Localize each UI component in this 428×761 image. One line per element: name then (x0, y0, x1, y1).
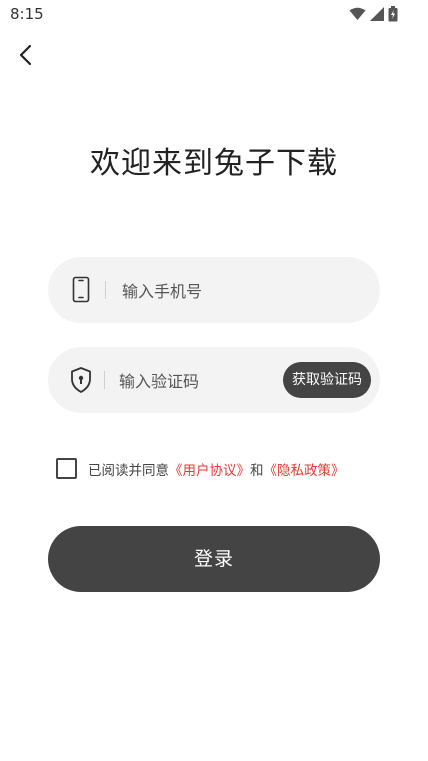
chevron-left-icon (19, 44, 32, 66)
login-button[interactable]: 登录 (48, 526, 380, 592)
phone-field (48, 257, 380, 323)
phone-input[interactable] (120, 275, 284, 307)
agreement-conjunction: 和 (250, 462, 264, 479)
phone-icon (72, 276, 90, 303)
agreement-row: 已阅读并同意《用户协议》和《隐私政策》 (56, 458, 345, 479)
code-input[interactable] (117, 365, 281, 397)
signal-icon (370, 7, 384, 21)
page-title: 欢迎来到兔子下载 (90, 146, 338, 181)
status-time: 8:15 (10, 5, 44, 23)
status-bar: 8:15 (0, 0, 428, 30)
field-divider (105, 281, 106, 299)
privacy-policy-link[interactable]: 《隐私政策》 (264, 463, 345, 479)
status-icons (349, 6, 398, 22)
user-agreement-link[interactable]: 《用户协议》 (169, 463, 250, 479)
agreement-checkbox[interactable] (56, 458, 77, 479)
get-code-button[interactable]: 获取验证码 (283, 362, 371, 398)
code-field: 获取验证码 (48, 347, 380, 413)
agreement-text: 已阅读并同意《用户协议》和《隐私政策》 (88, 459, 345, 479)
field-divider (104, 371, 105, 389)
shield-lock-icon (71, 367, 91, 393)
back-button[interactable] (12, 40, 42, 70)
battery-icon (388, 6, 398, 22)
agreement-prefix: 已阅读并同意 (88, 462, 169, 479)
wifi-icon (349, 7, 366, 20)
